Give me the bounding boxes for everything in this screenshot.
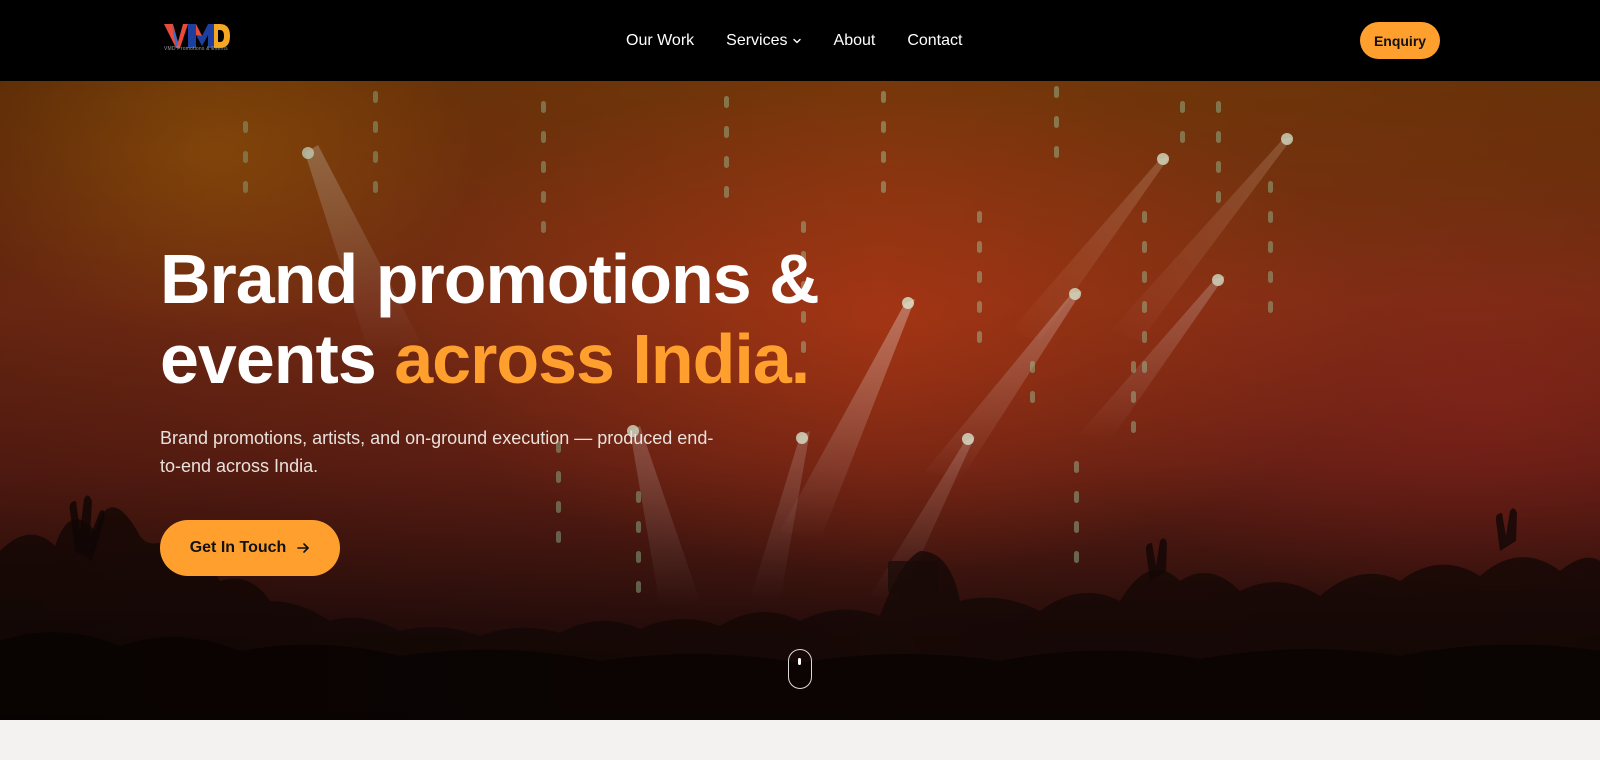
hero-subtitle: Brand promotions, artists, and on-ground…: [160, 428, 714, 476]
arrow-right-icon: [297, 543, 310, 553]
next-section: [0, 720, 1600, 760]
nav-about[interactable]: About: [834, 32, 876, 50]
hero-title: Brand promotions & events across India.: [160, 239, 820, 399]
nav-our-work-label: Our Work: [626, 31, 695, 49]
nav-contact[interactable]: Contact: [907, 32, 962, 50]
hero-title-line1: Brand promotions &: [160, 240, 820, 318]
hero-overlay: [0, 81, 1600, 720]
hero-title-line2-prefix: events: [160, 320, 395, 398]
hero-section: Brand promotions & events across India. …: [0, 81, 1600, 720]
site-header: VMD Promotions & Events Our Work Service…: [0, 0, 1600, 81]
main-nav: Our Work Services About Contact: [626, 0, 962, 81]
logo-caption: VMD Promotions & Events: [164, 46, 228, 52]
scroll-wheel-dot: [798, 658, 801, 665]
nav-contact-label: Contact: [907, 31, 963, 49]
scroll-mouse-icon[interactable]: [788, 649, 812, 689]
chevron-down-icon: [792, 38, 801, 43]
nav-services[interactable]: Services: [726, 32, 801, 50]
nav-services-label: Services: [726, 31, 788, 49]
get-in-touch-label: Get In Touch: [189, 539, 287, 556]
nav-our-work[interactable]: Our Work: [626, 32, 694, 50]
hero-title-accent: across India.: [394, 320, 810, 398]
enquiry-button[interactable]: Enquiry: [1360, 22, 1440, 59]
get-in-touch-button[interactable]: Get In Touch: [160, 520, 340, 576]
nav-about-label: About: [833, 31, 876, 49]
